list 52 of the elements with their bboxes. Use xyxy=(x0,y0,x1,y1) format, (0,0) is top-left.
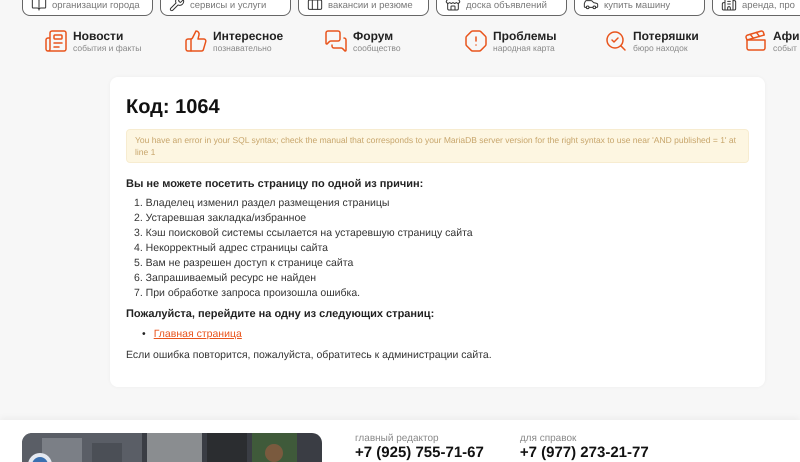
bullet: • xyxy=(142,327,146,342)
card-subtitle: вакансии и резюме xyxy=(328,0,413,12)
newspaper-icon[interactable] xyxy=(44,29,68,53)
pages-heading: Пожалуйста, перейдите на одну из следующих страниц: xyxy=(126,307,436,321)
wrench-icon xyxy=(169,0,185,12)
reason-item: 3. Кэш поисковой системы ссылается на устаревшую страницу сайта xyxy=(134,226,473,241)
card-subtitle: купить машину xyxy=(604,0,670,12)
contact-label: для справок xyxy=(520,433,578,445)
nav-subtitle: событ xyxy=(773,42,798,52)
category-card[interactable]: вакансии и резюме xyxy=(298,0,429,16)
contact-note: Если ошибка повторится, пожалуйста, обратитесь к администрации сайта. xyxy=(126,348,493,363)
error-code-title: Код: 1064 xyxy=(126,95,221,119)
nav-subtitle: народная карта xyxy=(493,42,556,52)
reasons-heading: Вы не можете посетить страницу по одной из причин: xyxy=(126,177,424,191)
category-card[interactable]: купить машину xyxy=(574,0,705,16)
nav-link[interactable]: Новости xyxy=(73,30,142,42)
phone-number[interactable]: +7 (977) 273-21-77 xyxy=(520,445,649,461)
nav-subtitle: познавательно xyxy=(213,42,273,52)
nav-link[interactable]: Проблемы xyxy=(493,30,557,42)
nav-subtitle: события и факты xyxy=(73,42,142,52)
nav-link[interactable]: Интересное xyxy=(213,30,284,42)
home-page-link[interactable]: Главная страница xyxy=(154,326,242,343)
category-card[interactable]: организации города xyxy=(22,0,153,16)
reason-item: 4. Некорректный адрес страницы сайта xyxy=(134,241,328,256)
thumbs-up-icon[interactable] xyxy=(184,29,208,53)
contact-label: главный редактор xyxy=(355,433,440,445)
reason-item: 2. Устаревшая закладка/избранное xyxy=(134,211,306,226)
category-card[interactable]: аренда, про xyxy=(712,0,800,16)
phone-number[interactable]: +7 (925) 755-71-67 xyxy=(355,445,484,461)
book-icon xyxy=(31,0,47,12)
nav-subtitle: сообщество xyxy=(353,42,401,52)
chat-bubbles-icon[interactable] xyxy=(324,29,348,53)
reason-item: 5. Вам не разрешен доступ к странице сайта xyxy=(134,256,354,271)
nav-link[interactable]: Афи xyxy=(773,30,800,42)
reason-item: 7. При обработке запроса произошла ошибка. xyxy=(134,286,360,301)
building-icon xyxy=(721,0,737,12)
warning-icon[interactable] xyxy=(464,29,488,53)
category-card[interactable]: сервисы и услуги xyxy=(160,0,291,16)
card-subtitle: организации города xyxy=(52,0,140,12)
nav-link[interactable]: Потеряшки xyxy=(633,30,699,42)
card-subtitle: доска объявлений xyxy=(466,0,547,12)
nav-subtitle: бюро находок xyxy=(633,42,689,52)
sql-error-alert: You have an error in your SQL syntax; check the manual that corresponds to your MariaDB server version for the right syntax to use near 'AND published = 1' at line 1 xyxy=(126,129,749,163)
nav-link[interactable]: Форум xyxy=(353,30,401,42)
clapperboard-icon[interactable] xyxy=(744,29,768,53)
card-subtitle: аренда, про xyxy=(742,0,795,12)
card-subtitle: сервисы и услуги xyxy=(190,0,266,12)
store-icon xyxy=(445,0,461,12)
reason-item: 1. Владелец изменил раздел размещения страницы xyxy=(134,196,390,211)
car-icon xyxy=(583,0,599,12)
category-card[interactable]: доска объявлений xyxy=(436,0,567,16)
reason-item: 6. Запрашиваемый ресурс не найден xyxy=(134,271,316,286)
